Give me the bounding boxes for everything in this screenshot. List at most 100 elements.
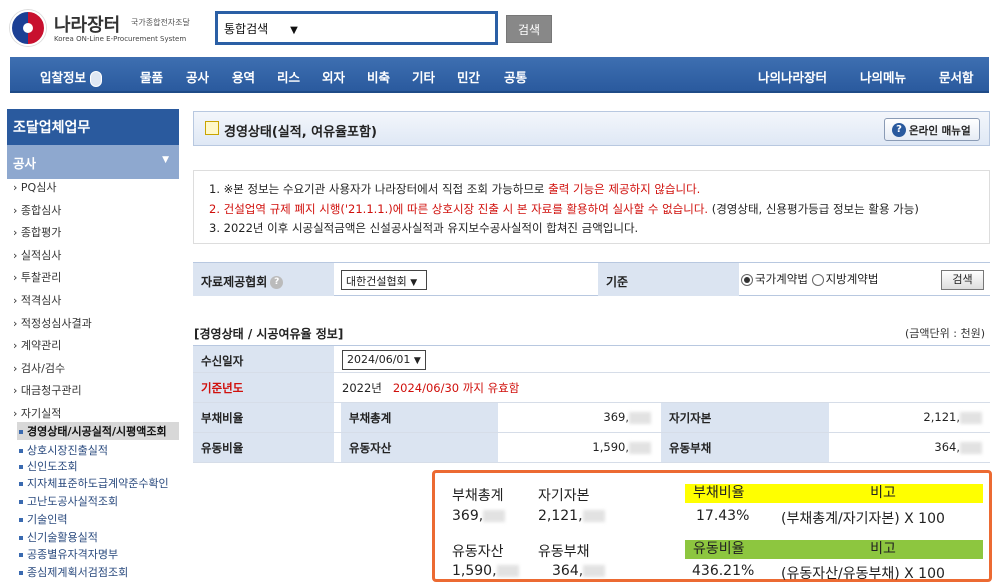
criteria-form: 자료제공협회? 대한건설협회 ▼ 기준 국가계약법 지방계약법 검색: [193, 262, 990, 296]
nav-item-foreign[interactable]: 외자: [322, 67, 345, 86]
nav-item-my-narajangteo[interactable]: 나의나라장터: [758, 67, 827, 86]
assoc-select[interactable]: 대한건설협회 ▼: [341, 270, 427, 290]
basis-radio-group: 국가계약법 지방계약법: [741, 271, 878, 287]
nav-item-common[interactable]: 공통: [504, 67, 527, 86]
nav-item-documents[interactable]: 문서함: [939, 67, 974, 86]
bullet-icon: [19, 449, 23, 453]
calc-value-text: 369,: [452, 508, 484, 524]
calc-total-debt-value: 369,: [452, 508, 506, 524]
page-title: 경영상태(실적, 여유율포함): [224, 125, 377, 140]
search-type-select[interactable]: 통합검색 ▼: [224, 20, 298, 37]
bullet-icon: [19, 482, 23, 486]
sidebar-subitem-technical-staff[interactable]: 기술인력: [19, 511, 67, 527]
search-box[interactable]: 통합검색 ▼: [215, 11, 498, 45]
notice-warning: 출력 기능은 제공하지 않습니다.: [548, 182, 701, 196]
base-year-label: 기준년도: [193, 373, 334, 402]
nav-item-goods[interactable]: 물품: [140, 67, 163, 86]
radio-national-label: 국가계약법: [755, 272, 808, 286]
sidebar-subitem-qualified-list[interactable]: 공종별유자격자명부: [19, 546, 118, 562]
sidebar-item-adequacy-result[interactable]: › 적정성심사결과: [13, 315, 92, 331]
logo-subtitle: 국가종합전자조달: [131, 18, 190, 27]
nav-item-private[interactable]: 민간: [457, 67, 480, 86]
base-year-text: 2022년: [342, 381, 382, 395]
sidebar-item-eligibility[interactable]: › 적격심사: [13, 292, 61, 308]
sidebar-subitem-subcontract-compliance[interactable]: 지자체표준하도급계약준수확인: [19, 475, 169, 491]
taegeuk-emblem-icon: [10, 10, 46, 46]
bullet-icon: [19, 500, 23, 504]
nav-item-etc[interactable]: 기타: [412, 67, 435, 86]
search-type-value: 통합검색: [224, 22, 269, 36]
sidebar-subitem-difficult-work[interactable]: 고난도공사실적조회: [19, 493, 118, 509]
calc-debt-formula: (부채총계/자기자본) X 100: [781, 511, 945, 527]
current-assets-label: 유동자산: [341, 433, 498, 462]
logo[interactable]: 나라장터 국가종합전자조달 Korea ON-Line E-Procuremen…: [10, 8, 210, 48]
ratio-calculation-box: 부채총계 자기자본 부채비율 비고 369, 2,121, 17.43% (부채…: [432, 470, 992, 582]
nav-item-construction[interactable]: 공사: [186, 67, 209, 86]
radio-local[interactable]: 지방계약법: [811, 272, 879, 286]
sidebar-subitem-label: 신기술활용실적: [27, 531, 98, 544]
sidebar-subitem-label: 신인도조회: [27, 460, 78, 473]
calc-current-liab-value: 364,: [552, 563, 606, 579]
notice-line-2: 2. 건설업역 규제 폐지 시행('21.1.1.)에 따른 상호시장 진출 시…: [209, 200, 974, 220]
calc-current-assets-header: 유동자산: [452, 544, 504, 560]
help-icon: ?: [892, 123, 906, 137]
sidebar-item-label: 실적심사: [20, 249, 62, 262]
nav-item-stockpile[interactable]: 비축: [367, 67, 390, 86]
chevron-down-icon: ▼: [162, 155, 169, 165]
top-header: 나라장터 국가종합전자조달 Korea ON-Line E-Procuremen…: [0, 0, 1003, 56]
received-date-value: 2024/06/01: [347, 353, 411, 366]
sidebar-item-inspection[interactable]: › 검사/검수: [13, 360, 65, 376]
calc-debt-ratio-value: 17.43%: [696, 508, 750, 524]
sidebar-subitem-label: 고난도공사실적조회: [27, 495, 119, 508]
radio-local-label: 지방계약법: [825, 272, 879, 286]
current-ratio-label: 유동비율: [193, 433, 334, 462]
bullet-icon: [19, 518, 23, 522]
received-date-select[interactable]: 2024/06/01 ▼: [342, 350, 426, 370]
assoc-label-text: 자료제공협회: [201, 275, 268, 289]
sidebar-item-label: PQ심사: [20, 181, 57, 194]
nav-item-bid-info[interactable]: 입찰정보: [40, 67, 103, 87]
sidebar-item-label: 적격심사: [20, 294, 62, 307]
sidebar-subitem-new-tech[interactable]: 신기술활용실적: [19, 529, 98, 545]
sidebar-item-performance-review[interactable]: › 실적심사: [13, 247, 61, 263]
amount-unit: (금액단위 : 천원): [905, 327, 986, 340]
table-row: 수신일자 2024/06/01 ▼: [193, 345, 990, 373]
sidebar-item-comprehensive-review[interactable]: › 종합심사: [13, 202, 61, 218]
sidebar-item-comprehensive-eval[interactable]: › 종합평가: [13, 224, 61, 240]
criteria-search-button[interactable]: 검색: [941, 270, 984, 290]
online-manual-button[interactable]: ? 온라인 매뉴얼: [884, 118, 980, 141]
sidebar-section-label: 공사: [13, 156, 37, 171]
sidebar-item-own-record[interactable]: › 자기실적: [13, 405, 61, 421]
masked-value: [960, 411, 982, 424]
notice-line-3: 3. 2022년 이후 시공실적금액은 신설공사실적과 유지보수공사실적이 합쳐…: [209, 221, 639, 235]
sidebar-item-pq[interactable]: › PQ심사: [13, 179, 56, 195]
logo-english: Korea ON-Line E-Procurement System: [54, 35, 187, 43]
sidebar-subitem-mutual-market[interactable]: 상호시장진출실적: [19, 442, 108, 458]
search-button[interactable]: 검색: [506, 15, 552, 43]
sidebar-item-contract[interactable]: › 계약관리: [13, 337, 61, 353]
sidebar-section-construction[interactable]: 공사 ▼: [7, 145, 179, 179]
memo-icon: [205, 121, 219, 135]
calc-value-text: 2,121,: [538, 508, 583, 524]
current-liab-value: 364,: [829, 433, 990, 462]
calc-current-formula: (유동자산/유동부채) X 100: [781, 566, 945, 582]
sidebar-item-bid-management[interactable]: › 투찰관리: [13, 269, 61, 285]
masked-value: [960, 441, 982, 454]
nav-item-lease[interactable]: 리스: [277, 67, 300, 86]
nav-item-my-menu[interactable]: 나의메뉴: [860, 67, 906, 86]
sidebar-subitem-credibility[interactable]: 신인도조회: [19, 458, 78, 474]
calc-value-text: 1,590,: [452, 563, 497, 579]
sidebar-item-label: 종합평가: [20, 226, 62, 239]
equity-text: 2,121,: [923, 410, 960, 424]
sidebar-item-label: 종합심사: [20, 204, 62, 217]
calc-note2-header: 비고: [783, 540, 983, 559]
sidebar: 조달업체업무 공사 ▼ › PQ심사 › 종합심사 › 종합평가 › 실적심사 ›…: [7, 109, 179, 587]
sidebar-item-payment[interactable]: › 대금청구관리: [13, 382, 82, 398]
help-icon[interactable]: ?: [270, 276, 284, 289]
sidebar-subitem-management-status[interactable]: 경영상태/시공실적/시평액조회: [17, 422, 179, 440]
radio-national[interactable]: 국가계약법: [741, 272, 808, 286]
calc-current-ratio-header: 유동비율: [685, 540, 783, 559]
table-row: 기준년도 2022년 2024/06/30 까지 유효함: [193, 373, 990, 403]
nav-item-service[interactable]: 용역: [232, 67, 255, 86]
sidebar-subitem-plan-review[interactable]: 종심제계획서검점조회: [19, 564, 128, 580]
